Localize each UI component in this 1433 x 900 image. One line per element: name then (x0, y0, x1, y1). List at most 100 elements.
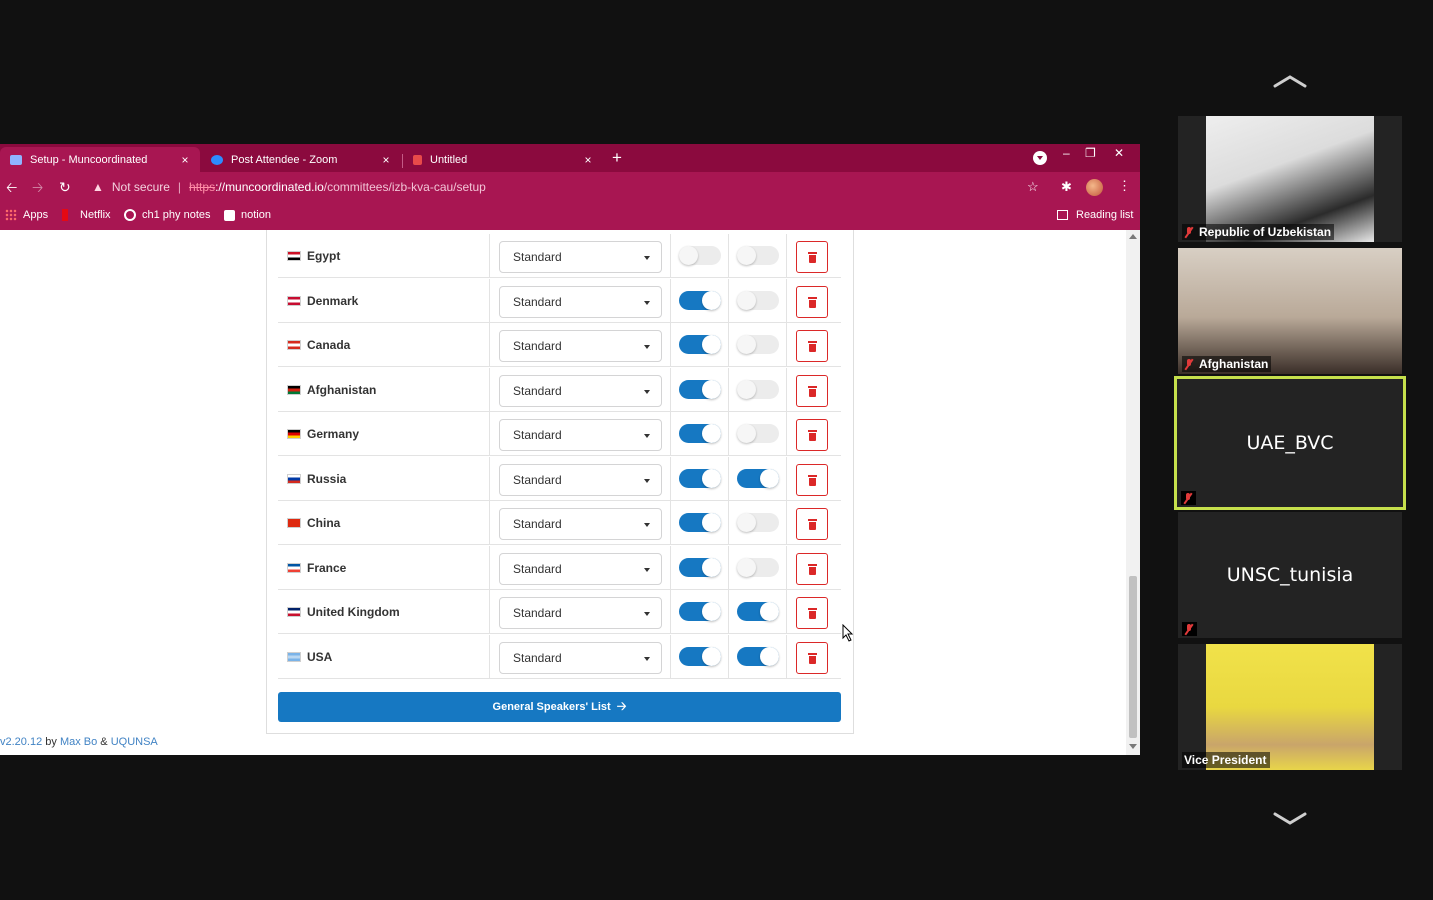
present-toggle[interactable] (679, 557, 721, 577)
rank-dropdown[interactable]: Standard (499, 330, 662, 362)
voting-toggle[interactable] (737, 646, 779, 666)
rank-dropdown[interactable]: Standard (499, 508, 662, 540)
globe-icon (124, 209, 136, 221)
bookmark-label: ch1 phy notes (142, 209, 211, 221)
org-link[interactable]: UQUNSA (111, 736, 158, 748)
voting-toggle[interactable] (737, 557, 779, 577)
url-scheme: https (189, 180, 216, 194)
close-icon[interactable]: × (581, 153, 595, 167)
scroll-up-icon[interactable] (1129, 234, 1137, 239)
present-toggle[interactable] (679, 335, 721, 354)
delete-button[interactable] (796, 374, 828, 407)
voting-toggle[interactable] (737, 513, 779, 532)
bookmark-apps[interactable]: Apps (5, 209, 48, 221)
close-icon[interactable]: × (178, 153, 192, 167)
page-scrollbar[interactable] (1126, 230, 1140, 755)
new-tab-button[interactable]: + (612, 149, 622, 166)
zoom-icon (211, 154, 223, 165)
participant-tile[interactable]: Republic of Uzbekistan (1178, 116, 1402, 242)
forward-arrow-icon[interactable]: 🡢 (32, 179, 43, 195)
restore-button[interactable]: ❐ (1085, 146, 1096, 160)
caret-down-icon (644, 434, 650, 438)
column-divider (786, 634, 787, 679)
delete-button[interactable] (796, 330, 828, 362)
trash-icon-body (809, 388, 816, 397)
present-toggle[interactable] (679, 468, 721, 488)
bookmark-phy-notes[interactable]: ch1 phy notes (124, 209, 211, 221)
extensions-icon[interactable]: ✱ (1061, 179, 1072, 195)
tab-untitled[interactable]: Untitled × (403, 147, 603, 172)
column-divider (728, 590, 729, 634)
present-toggle[interactable] (679, 290, 721, 310)
not-secure-label[interactable]: Not secure (112, 180, 170, 194)
voting-toggle[interactable] (737, 424, 779, 443)
present-toggle[interactable] (679, 379, 721, 399)
tab-search-icon[interactable] (1033, 151, 1047, 165)
trash-icon (808, 563, 817, 566)
voting-toggle[interactable] (737, 602, 779, 621)
bookmark-notion[interactable]: notion (224, 209, 271, 221)
voting-toggle[interactable] (737, 246, 779, 265)
scroll-down-icon[interactable] (1129, 744, 1137, 749)
rank-dropdown[interactable]: Standard (499, 374, 662, 407)
button-label: General Speakers' List (492, 701, 611, 713)
voting-toggle[interactable] (737, 379, 779, 399)
participant-tile[interactable]: UAE_BVC (1174, 376, 1406, 510)
participant-tile[interactable]: Vice President (1178, 644, 1402, 770)
voting-toggle[interactable] (737, 335, 779, 354)
delete-button[interactable] (796, 508, 828, 540)
tab-setup[interactable]: Setup - Muncoordinated × (0, 147, 200, 172)
delete-button[interactable] (796, 285, 828, 318)
delete-button[interactable] (796, 597, 828, 629)
rank-dropdown[interactable]: Standard (499, 285, 662, 318)
scroll-thumb[interactable] (1129, 576, 1137, 738)
present-toggle[interactable] (679, 513, 721, 532)
toggle-knob (737, 557, 756, 577)
menu-dots-icon[interactable]: ⋮ (1118, 178, 1131, 194)
column-divider (670, 323, 671, 367)
participant-tile[interactable]: UNSC_tunisia (1178, 512, 1402, 638)
delete-button[interactable] (796, 641, 828, 674)
rank-dropdown[interactable]: Standard (499, 463, 662, 496)
toggle-knob (679, 246, 698, 265)
mic-muted-icon (1184, 358, 1194, 370)
present-toggle[interactable] (679, 602, 721, 621)
voting-toggle[interactable] (737, 468, 779, 488)
present-toggle[interactable] (679, 646, 721, 666)
delete-button[interactable] (796, 241, 828, 273)
author-link[interactable]: Max Bo (60, 736, 97, 748)
delete-button[interactable] (796, 463, 828, 496)
bookmark-netflix[interactable]: Netflix (62, 209, 111, 221)
rank-dropdown[interactable]: Standard (499, 419, 662, 451)
rank-dropdown[interactable]: Standard (499, 552, 662, 585)
column-divider (670, 367, 671, 412)
profile-avatar[interactable] (1086, 179, 1103, 196)
close-icon[interactable]: × (379, 153, 393, 167)
reload-icon[interactable]: ↻ (59, 179, 71, 195)
minimize-button[interactable]: – (1063, 146, 1070, 160)
chevron-down-icon[interactable] (1273, 812, 1307, 826)
tab-zoom[interactable]: Post Attendee - Zoom × (201, 147, 401, 172)
delete-button[interactable] (796, 552, 828, 585)
reading-list-button[interactable]: Reading list (1057, 209, 1133, 221)
present-toggle[interactable] (679, 424, 721, 443)
participant-tile[interactable]: Afghanistan (1178, 248, 1402, 374)
delete-button[interactable] (796, 419, 828, 451)
version-link[interactable]: v2.20.12 (0, 736, 42, 748)
column-divider (786, 323, 787, 367)
column-divider (786, 234, 787, 278)
rank-dropdown[interactable]: Standard (499, 241, 662, 273)
address-bar[interactable]: ▲ Not secure | https://muncoordinated.io… (84, 175, 1054, 199)
warning-icon[interactable]: ▲ (92, 180, 104, 194)
general-speakers-list-button[interactable]: General Speakers' List 🡢 (278, 692, 841, 722)
rank-dropdown[interactable]: Standard (499, 597, 662, 629)
rank-dropdown[interactable]: Standard (499, 641, 662, 674)
document-icon (413, 154, 422, 165)
star-icon[interactable]: ☆ (1027, 179, 1039, 195)
participant-name-tag: Republic of Uzbekistan (1182, 224, 1335, 240)
close-window-button[interactable]: ✕ (1114, 146, 1124, 160)
voting-toggle[interactable] (737, 290, 779, 310)
present-toggle[interactable] (679, 246, 721, 265)
back-arrow-icon[interactable]: 🡠 (6, 179, 17, 195)
chevron-up-icon[interactable] (1273, 74, 1307, 88)
